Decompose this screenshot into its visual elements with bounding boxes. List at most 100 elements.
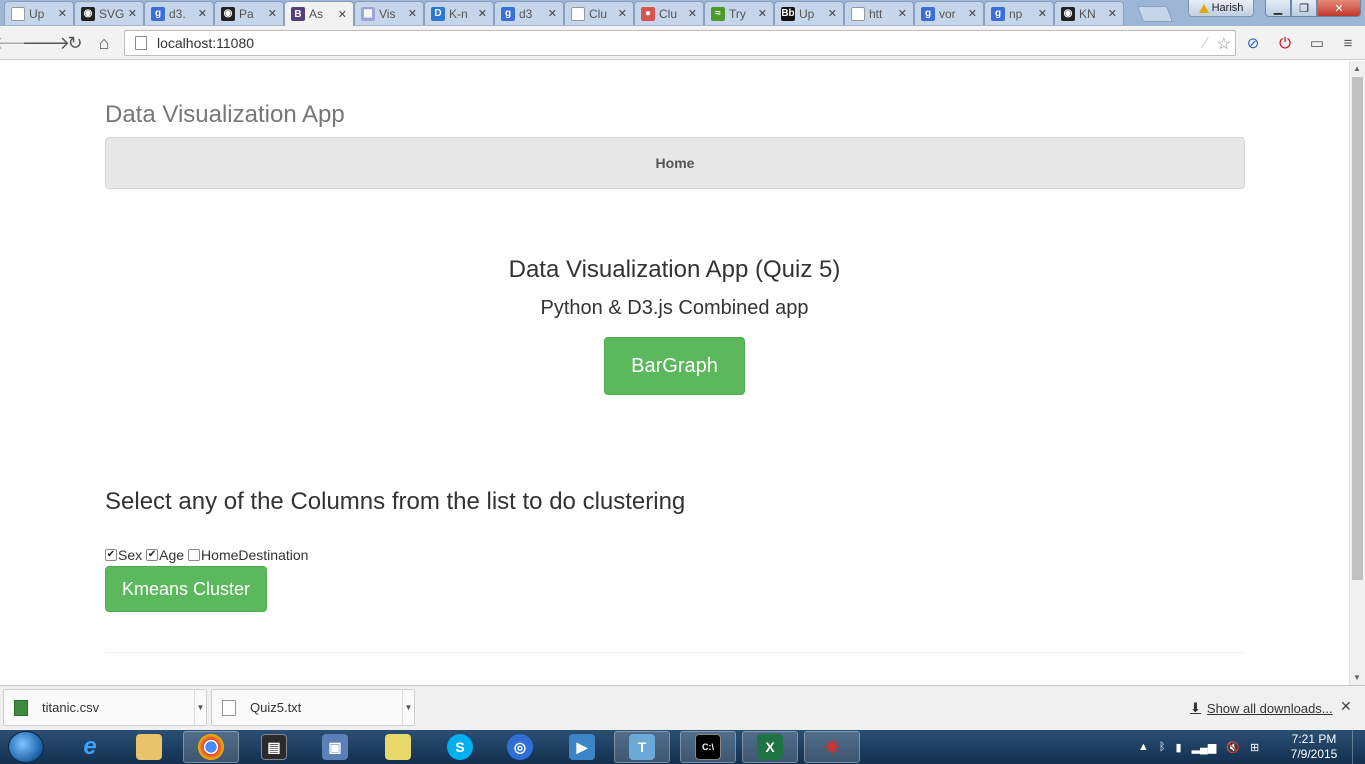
terminal-icon[interactable]: ▤: [246, 731, 302, 763]
tab-close-icon[interactable]: ✕: [898, 7, 907, 20]
checkbox-age[interactable]: ✔: [146, 549, 159, 561]
browser-tab[interactable]: B As ✕: [284, 1, 354, 26]
checkbox-label[interactable]: Age: [159, 547, 184, 563]
new-tab-button[interactable]: [1137, 6, 1173, 22]
cmd-icon[interactable]: C:\: [680, 731, 736, 763]
browser-tab[interactable]: Clu ✕: [564, 1, 634, 25]
clustering-heading: Select any of the Columns from the list …: [105, 488, 686, 515]
page-title: Data Visualization App (Quiz 5): [508, 256, 841, 283]
tab-close-icon[interactable]: ✕: [688, 7, 697, 20]
tab-close-icon[interactable]: ✕: [968, 7, 977, 20]
battery-icon[interactable]: ▮: [1176, 741, 1182, 754]
tab-close-icon[interactable]: ✕: [58, 7, 67, 20]
text-editor-icon[interactable]: T: [614, 731, 670, 763]
browser-tab[interactable]: g d3. ✕: [144, 1, 214, 25]
checkbox-label[interactable]: HomeDestination: [201, 547, 308, 563]
tab-close-icon[interactable]: ✕: [338, 8, 347, 21]
chevron-down-icon[interactable]: ▼: [402, 690, 414, 725]
download-item-quiz5[interactable]: Quiz5.txt ▼: [211, 689, 415, 726]
spider-app-icon[interactable]: ✷: [804, 731, 860, 763]
windows-flag-icon[interactable]: ⊞: [1250, 741, 1259, 754]
show-all-label[interactable]: Show all downloads...: [1207, 701, 1333, 716]
close-shelf-icon[interactable]: ✕: [1340, 698, 1352, 715]
checkbox-homedestination[interactable]: [188, 549, 201, 561]
tab-close-icon[interactable]: ✕: [128, 7, 137, 20]
power-icon[interactable]: ⏻: [1275, 33, 1295, 53]
maximize-button[interactable]: ❐: [1291, 0, 1317, 17]
checkbox-label[interactable]: Sex: [118, 547, 142, 563]
bookmark-star-icon[interactable]: ☆: [1217, 34, 1231, 54]
page-scrollbar[interactable]: ▲ ▼: [1349, 61, 1365, 685]
tab-close-icon[interactable]: ✕: [1108, 7, 1117, 20]
browser-tab[interactable]: htt ✕: [844, 1, 914, 25]
browser-tab[interactable]: g np ✕: [984, 1, 1054, 25]
explorer-icon[interactable]: [121, 731, 177, 763]
browser-tab[interactable]: Up ✕: [4, 1, 74, 25]
browser-tab[interactable]: ● Clu ✕: [634, 1, 704, 25]
google-icon: g: [921, 6, 935, 21]
brand-title[interactable]: Data Visualization App: [105, 101, 345, 129]
bluetooth-icon[interactable]: ᛒ: [1159, 741, 1166, 753]
show-all-downloads-link[interactable]: ⬇ Show all downloads...: [1190, 700, 1333, 716]
close-window-button[interactable]: ✕: [1317, 0, 1361, 17]
ie-icon[interactable]: e: [62, 731, 118, 763]
tab-title: Pa: [239, 6, 254, 21]
google-icon: g: [991, 6, 1005, 21]
media-player-icon[interactable]: ▶: [554, 731, 610, 763]
browser-tab[interactable]: ≈ Try ✕: [704, 1, 774, 25]
address-bar[interactable]: localhost:11080 ∕ ☆: [124, 30, 1236, 56]
browser-tab[interactable]: g d3 ✕: [494, 1, 564, 25]
scroll-up-icon[interactable]: ▲: [1353, 64, 1361, 73]
tab-close-icon[interactable]: ✕: [618, 7, 627, 20]
home-icon[interactable]: ⌂: [93, 32, 115, 54]
tab-close-icon[interactable]: ✕: [758, 7, 767, 20]
tab-close-icon[interactable]: ✕: [478, 7, 487, 20]
kmeans-cluster-button[interactable]: Kmeans Cluster: [105, 566, 267, 612]
network-icon[interactable]: ▣: [307, 731, 363, 763]
tab-title: As: [309, 7, 324, 21]
url-text[interactable]: localhost:11080: [157, 35, 254, 51]
navbar: Home: [105, 137, 1245, 189]
browser-tab[interactable]: Bb Up ✕: [774, 1, 844, 25]
tab-close-icon[interactable]: ✕: [198, 7, 207, 20]
pen-icon[interactable]: ∕: [1204, 35, 1207, 53]
skype-icon[interactable]: S: [432, 731, 488, 763]
forward-button[interactable]: 🡒: [22, 32, 70, 54]
chevron-down-icon[interactable]: ▼: [194, 690, 206, 725]
tray-expand-icon[interactable]: ▲: [1138, 741, 1149, 753]
browser-tab[interactable]: ▦ Vis ✕: [354, 1, 424, 25]
tab-close-icon[interactable]: ✕: [1038, 7, 1047, 20]
browser-tab[interactable]: ◉ SVG ✕: [74, 1, 144, 25]
bargraph-button[interactable]: BarGraph: [604, 337, 745, 395]
cast-icon[interactable]: ▭: [1307, 33, 1327, 53]
browser-tab[interactable]: ◉ Pa ✕: [214, 1, 284, 25]
nav-home-link[interactable]: Home: [656, 155, 695, 171]
tab-close-icon[interactable]: ✕: [828, 7, 837, 20]
browser-tab[interactable]: g vor ✕: [914, 1, 984, 25]
minimize-button[interactable]: ▁: [1265, 0, 1291, 17]
excel-icon[interactable]: X: [742, 731, 798, 763]
user-profile-button[interactable]: Harish: [1188, 0, 1254, 17]
signal-icon[interactable]: ▂▄▆: [1192, 741, 1217, 754]
block-icon[interactable]: ⊘: [1243, 33, 1263, 53]
show-desktop-button[interactable]: [1352, 730, 1365, 764]
download-item-titanic[interactable]: titanic.csv ▼: [3, 689, 207, 726]
github-icon: ◉: [1061, 6, 1075, 21]
maps-icon[interactable]: ◎: [492, 731, 548, 763]
taskbar-clock[interactable]: 7:21 PM 7/9/2015: [1288, 732, 1340, 762]
tab-close-icon[interactable]: ✕: [548, 7, 557, 20]
notes-icon[interactable]: [370, 731, 426, 763]
browser-tab[interactable]: ◉ KN ✕: [1054, 1, 1124, 25]
scroll-thumb[interactable]: [1352, 77, 1363, 580]
menu-icon[interactable]: ≡: [1338, 33, 1358, 53]
checkbox-sex[interactable]: ✔: [105, 549, 117, 561]
browser-tab[interactable]: D K-n ✕: [424, 1, 494, 25]
volume-muted-icon[interactable]: 🔇: [1226, 741, 1240, 754]
bootstrap-icon: B: [291, 7, 305, 21]
chrome-icon[interactable]: [183, 731, 239, 763]
scroll-down-icon[interactable]: ▼: [1353, 673, 1361, 682]
tab-close-icon[interactable]: ✕: [268, 7, 277, 20]
start-button[interactable]: [8, 731, 44, 763]
tab-close-icon[interactable]: ✕: [408, 7, 417, 20]
reload-button[interactable]: ↻: [64, 32, 86, 54]
